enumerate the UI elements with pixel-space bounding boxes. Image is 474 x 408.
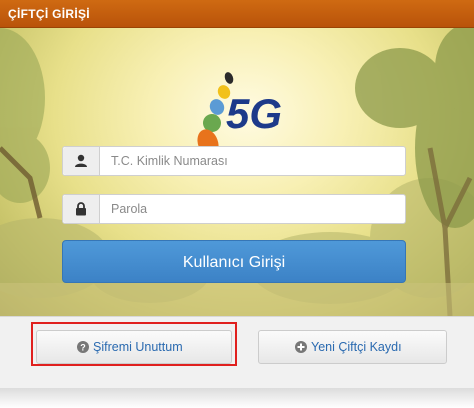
question-circle-icon: ? — [77, 341, 89, 353]
login-button[interactable]: Kullanıcı Girişi — [62, 240, 406, 283]
user-icon — [75, 154, 87, 167]
login-panel: ÇİFTÇİ GİRİŞİ 5G T.C. Kimlik Numarası Ku… — [0, 0, 474, 408]
password-input[interactable] — [100, 195, 411, 223]
new-farmer-registration-label: Yeni Çiftçi Kaydı — [311, 340, 402, 354]
forgot-password-button[interactable]: ? Şifremi Unuttum — [36, 330, 232, 364]
id-field-addon — [63, 147, 100, 175]
svg-text:?: ? — [80, 343, 86, 353]
panel-shadow — [0, 388, 474, 408]
password-field[interactable] — [62, 194, 411, 224]
lock-icon — [76, 202, 86, 216]
forgot-password-label: Şifremi Unuttum — [93, 340, 183, 354]
5g-logo-text: 5G — [226, 90, 282, 137]
password-field-addon — [63, 195, 100, 223]
id-number-field[interactable] — [62, 146, 411, 176]
plus-circle-icon — [295, 341, 307, 353]
new-farmer-registration-button[interactable]: Yeni Çiftçi Kaydı — [258, 330, 447, 364]
panel-footer: ? Şifremi Unuttum Yeni Çiftçi Kaydı — [0, 316, 474, 389]
panel-title: ÇİFTÇİ GİRİŞİ — [8, 7, 90, 21]
panel-header: ÇİFTÇİ GİRİŞİ — [0, 0, 474, 28]
id-number-input[interactable] — [100, 147, 411, 175]
